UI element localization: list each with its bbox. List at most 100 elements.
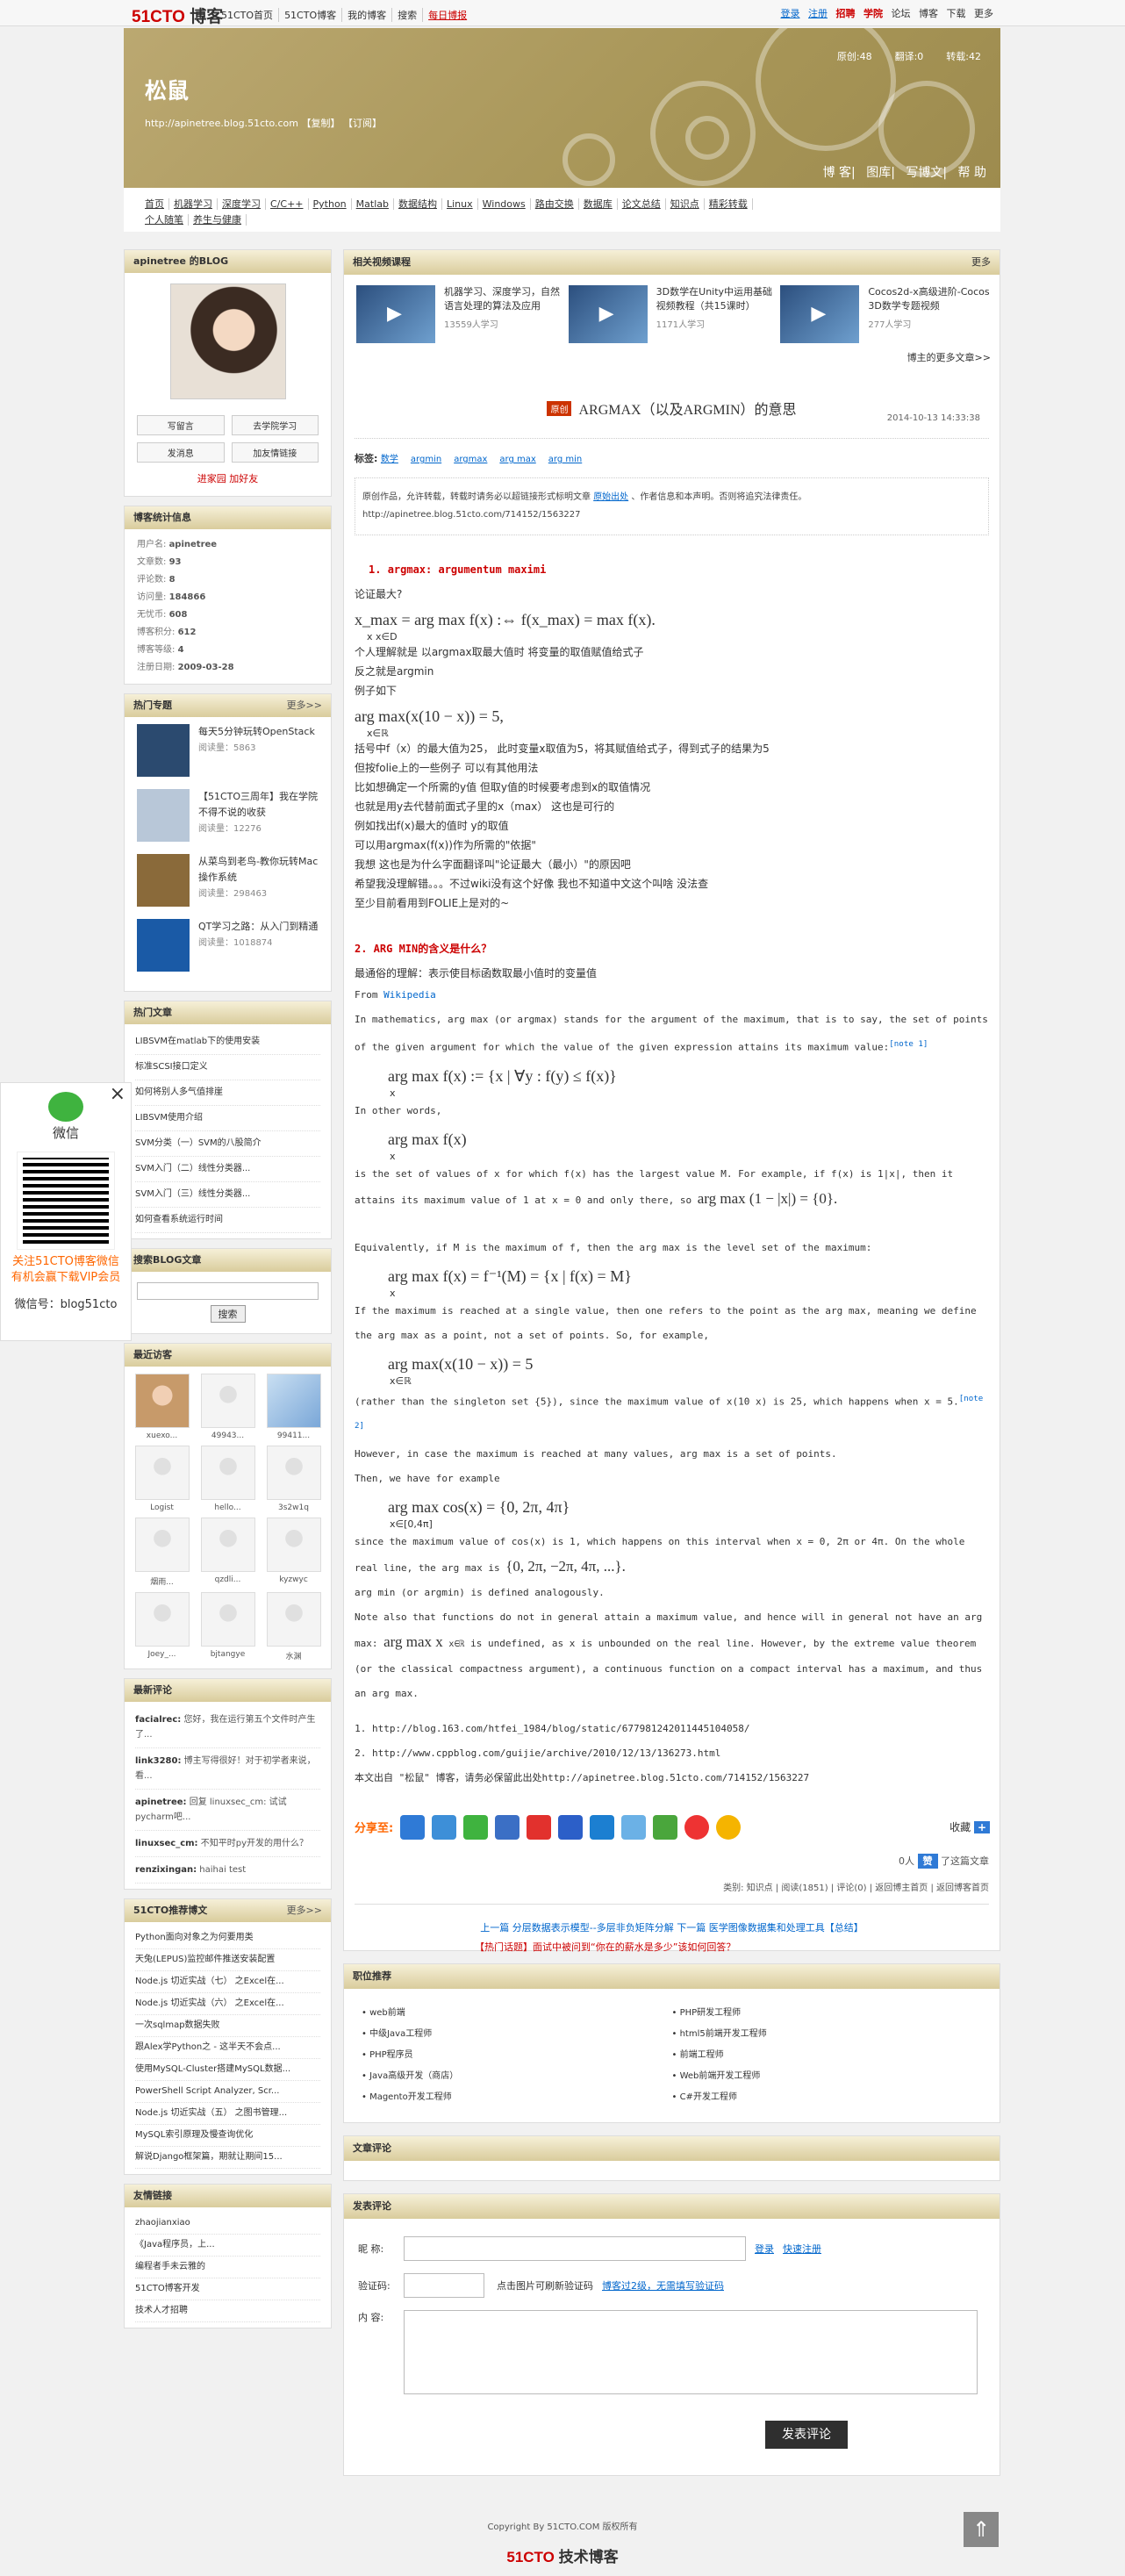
menu-item[interactable]: Python <box>312 198 352 210</box>
quick-register-link[interactable]: 快速注册 <box>783 2242 821 2256</box>
download-link[interactable]: 下载 <box>947 8 966 19</box>
hot-topic-item[interactable]: 从菜鸟到老鸟-教你玩转Mac操作系统 阅读量：298463 <box>137 854 319 907</box>
tag-link[interactable]: argmax <box>454 455 487 464</box>
home-add-friend-link[interactable]: 进家园 加好友 <box>125 471 331 485</box>
back-to-top-icon[interactable]: ⇑ <box>964 2512 999 2547</box>
visitor[interactable]: 水渊 <box>263 1592 324 1661</box>
search-button[interactable]: 搜索 <box>210 1305 246 1323</box>
menu-item[interactable]: Windows <box>482 198 531 210</box>
submit-comment-button[interactable]: 发表评论 <box>765 2420 848 2449</box>
tag-link[interactable]: arg max <box>499 455 535 464</box>
douban-share-icon[interactable] <box>621 1814 647 1840</box>
hot-topic-link[interactable]: 【热门话题】面试中被问到“你在的薪水是多少”该如何回答？ <box>475 1940 735 1954</box>
hot-article-link[interactable]: SVM入门（三）线性分类器... <box>135 1182 320 1208</box>
menu-item[interactable]: Matlab <box>355 198 394 210</box>
menu-item[interactable]: 数据结构 <box>398 198 442 210</box>
sina-weibo-icon[interactable] <box>527 1814 552 1840</box>
video-more[interactable]: 更多 <box>971 250 991 275</box>
topnav-daily[interactable]: 每日博报 <box>428 8 472 22</box>
nav-blog[interactable]: 博 客 <box>823 166 851 180</box>
register-link[interactable]: 注册 <box>808 8 828 19</box>
captcha-input[interactable] <box>404 2272 484 2298</box>
hot-article-link[interactable]: 标准SCSI接口定义 <box>135 1055 320 1080</box>
recommended-more[interactable]: 更多>> <box>287 1899 322 1922</box>
jobs-link[interactable]: 招聘 <box>836 8 856 19</box>
forum-link[interactable]: 论坛 <box>892 8 911 19</box>
menu-item[interactable]: 论文总结 <box>621 198 666 210</box>
recommended-link[interactable]: Node.js 切近实战（五） 之图书管理... <box>135 2103 320 2125</box>
login-link[interactable]: 登录 <box>755 2242 774 2256</box>
add-link-button[interactable]: 加友情链接 <box>231 442 319 463</box>
menu-item[interactable]: Linux <box>446 198 478 210</box>
job-link[interactable]: • C#开发工程师 <box>672 2087 983 2108</box>
menu-item[interactable]: 深度学习 <box>222 198 266 210</box>
visitor[interactable]: 烟雨... <box>132 1518 192 1587</box>
topnav-search[interactable]: 搜索 <box>398 8 424 22</box>
recommended-link[interactable]: 一次sqlmap数据失败 <box>135 2015 320 2037</box>
hot-article-link[interactable]: 如何将别人多气值排崖 <box>135 1080 320 1106</box>
author-avatar[interactable] <box>169 283 286 399</box>
video-course-item[interactable]: 3D数学在Unity中运用基础视频教程（共15课时）1171人学习 <box>568 285 781 343</box>
comment-item[interactable]: linuxsec_cm: 不知平时py开发的用什么？ <box>135 1831 320 1857</box>
menu-item[interactable]: 首页 <box>145 198 169 210</box>
note-link[interactable]: [note 1] <box>889 1039 928 1049</box>
hot-article-link[interactable]: LIBSVM使用介绍 <box>135 1106 320 1131</box>
site-logo[interactable]: 51CTO 博客 <box>132 4 223 27</box>
wikipedia-link[interactable]: Wikipedia <box>383 989 436 1001</box>
recommended-link[interactable]: 跟Alex学Python之 - 这半天不会点... <box>135 2037 320 2059</box>
recommended-link[interactable]: PowerShell Script Analyzer, Scr... <box>135 2081 320 2103</box>
hot-article-link[interactable]: LIBSVM在matlab下的使用安装 <box>135 1030 320 1055</box>
renren-share-icon[interactable] <box>590 1814 615 1840</box>
comment-item[interactable]: facialrec: 您好，我在运行第五个文件时产生了... <box>135 1707 320 1748</box>
menu-item[interactable]: 数据库 <box>583 198 618 210</box>
recommended-link[interactable]: 天兔(LEPUS)监控邮件推送安装配置 <box>135 1949 320 1971</box>
job-link[interactable]: • PHP程序员 <box>362 2045 672 2066</box>
tag-link[interactable]: 数学 <box>381 455 398 464</box>
source-link[interactable]: 原始出处 <box>593 492 628 502</box>
recommended-link[interactable]: Python面向对象之为何要用类 <box>135 1927 320 1949</box>
hot-topic-item[interactable]: 每天5分钟玩转OpenStack 阅读量：5863 <box>137 724 319 777</box>
hot-article-link[interactable]: SVM分类（一）SVM的八股简介 <box>135 1131 320 1157</box>
reference-link[interactable]: http://www.cppblog.com/guijie/archive/20… <box>372 1741 989 1766</box>
leave-message-button[interactable]: 写留言 <box>137 415 225 435</box>
favorite-button[interactable]: 收藏 + <box>949 1819 990 1834</box>
menu-item[interactable]: 机器学习 <box>174 198 218 210</box>
topnav-blog[interactable]: 51CTO博客 <box>284 8 343 22</box>
video-course-item[interactable]: Cocos2d-x高级进阶-Cocos 3D数学专题视频277人学习 <box>780 285 992 343</box>
blog-link[interactable]: 博客 <box>919 8 938 19</box>
comment-item[interactable]: apinetree: 回复 linuxsec_cm: 试试pycharm吧... <box>135 1790 320 1831</box>
blog-search-input[interactable] <box>137 1282 319 1300</box>
reference-link[interactable]: http://blog.163.com/htfei_1984/blog/stat… <box>372 1717 989 1741</box>
friend-link[interactable]: 技术人才招聘 <box>135 2300 320 2322</box>
job-link[interactable]: • Magento开发工程师 <box>362 2087 672 2108</box>
send-message-button[interactable]: 发消息 <box>137 442 225 463</box>
friend-link[interactable]: 编程者手未云雅的 <box>135 2257 320 2278</box>
academy-link[interactable]: 学院 <box>863 8 883 19</box>
like-button[interactable]: 赞 <box>917 1853 938 1869</box>
qzone-share-icon[interactable] <box>400 1814 426 1840</box>
visitor[interactable]: 3s2w1q <box>263 1446 324 1512</box>
visitor[interactable]: Logist <box>132 1446 192 1512</box>
visitor[interactable]: kyzwyc <box>263 1518 324 1587</box>
comment-item[interactable]: link3280: 博主写得很好！对于初学者来说，看... <box>135 1748 320 1790</box>
heart-icon[interactable] <box>684 1814 710 1840</box>
menu-item[interactable]: 养生与健康 <box>193 214 247 226</box>
visitor[interactable]: hello... <box>197 1446 258 1512</box>
topnav-myblog[interactable]: 我的博客 <box>348 8 393 22</box>
comment-textarea[interactable] <box>404 2309 978 2394</box>
recommended-link[interactable]: Node.js 切近实战（六） 之Excel在... <box>135 1993 320 2015</box>
captcha-skip-link[interactable]: 博客过2级，无需填写验证码 <box>602 2278 724 2293</box>
visitor[interactable]: Joey_... <box>132 1592 192 1661</box>
job-link[interactable]: • Web前端开发工程师 <box>672 2066 983 2087</box>
visitor[interactable]: qzdli... <box>197 1518 258 1587</box>
nav-write[interactable]: 写博文 <box>906 166 942 180</box>
qq-share-icon[interactable] <box>495 1814 520 1840</box>
hot-article-link[interactable]: 如何查看系统运行时间 <box>135 1208 320 1233</box>
tag-link[interactable]: arg min <box>548 455 582 464</box>
visitor[interactable]: bjtangye <box>197 1592 258 1661</box>
baidu-share-icon[interactable] <box>558 1814 584 1840</box>
recommended-link[interactable]: Node.js 切近实战（七） 之Excel在... <box>135 1971 320 1993</box>
more-link[interactable]: 更多 <box>974 8 993 19</box>
nav-gallery[interactable]: 图库 <box>866 166 891 180</box>
job-link[interactable]: • web前端 <box>362 2003 672 2024</box>
